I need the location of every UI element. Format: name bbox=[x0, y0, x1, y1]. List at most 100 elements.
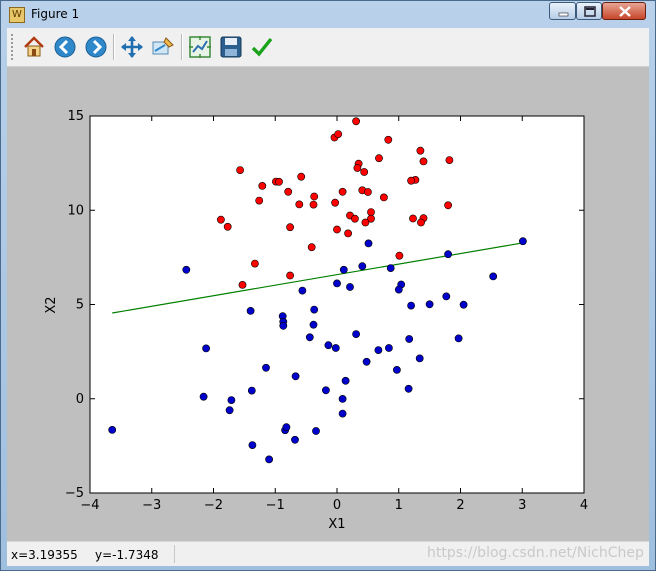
red-class-point bbox=[333, 225, 341, 234]
y-tick-label: 0 bbox=[76, 392, 84, 407]
red-class-point bbox=[375, 154, 383, 163]
blue-class-point bbox=[415, 354, 424, 363]
home-button[interactable] bbox=[21, 34, 47, 60]
minimize-button[interactable] bbox=[549, 2, 576, 20]
toolbar-grip[interactable] bbox=[11, 34, 16, 60]
blue-class-point bbox=[202, 344, 210, 353]
move-icon bbox=[121, 36, 143, 58]
blue-class-point bbox=[338, 394, 347, 403]
red-class-point bbox=[445, 156, 454, 164]
red-class-point bbox=[416, 146, 425, 155]
x-tick-label: −1 bbox=[266, 498, 285, 513]
red-class-point bbox=[216, 215, 225, 224]
red-class-point bbox=[395, 251, 404, 260]
blue-class-point bbox=[108, 425, 117, 434]
red-class-point bbox=[286, 223, 294, 232]
x-tick-label: 1 bbox=[395, 498, 403, 513]
x-tick-label: 3 bbox=[518, 498, 526, 513]
x-axis-label: X1 bbox=[328, 517, 345, 532]
blue-class-point bbox=[346, 283, 354, 291]
forward-button[interactable] bbox=[83, 34, 109, 60]
matplotlib-app-icon: W bbox=[9, 7, 25, 23]
red-class-point bbox=[367, 208, 375, 216]
y-coordinate-readout: y=-1.7348 bbox=[95, 548, 159, 562]
blue-class-point bbox=[454, 334, 463, 343]
title-bar[interactable]: W Figure 1 bbox=[1, 1, 655, 28]
blue-class-point bbox=[519, 237, 527, 246]
checkmark-icon bbox=[251, 37, 273, 57]
x-tick-label: 4 bbox=[580, 498, 588, 513]
scatter-plot[interactable]: −4 −3 −2 −1 0 1 2 3 4−5051015 X1 X2 bbox=[7, 67, 649, 541]
maximize-button[interactable] bbox=[576, 2, 602, 20]
blue-class-point bbox=[384, 344, 393, 352]
red-class-point bbox=[350, 214, 359, 223]
edit-button[interactable] bbox=[249, 34, 275, 60]
red-class-point bbox=[334, 130, 343, 138]
blue-class-point bbox=[321, 386, 330, 395]
blue-class-point bbox=[305, 333, 314, 342]
red-class-point bbox=[379, 193, 388, 202]
maximize-icon bbox=[584, 6, 596, 17]
blue-class-point bbox=[199, 392, 208, 401]
y-tick-label: 10 bbox=[67, 203, 84, 218]
save-icon bbox=[220, 36, 242, 58]
red-class-point bbox=[310, 192, 319, 201]
blue-class-point bbox=[262, 363, 270, 372]
home-icon bbox=[24, 36, 44, 57]
red-class-point bbox=[352, 117, 360, 126]
status-bar: x=3.19355 y=-1.7348 https://blog.csdn.ne… bbox=[7, 541, 649, 566]
red-class-point bbox=[255, 196, 264, 205]
x-tick-label: −2 bbox=[204, 498, 223, 513]
back-arrow-icon bbox=[54, 36, 76, 58]
x-tick-label: 2 bbox=[456, 498, 464, 513]
red-class-point bbox=[307, 243, 316, 252]
blue-class-point bbox=[442, 292, 451, 301]
status-divider bbox=[174, 545, 175, 563]
red-class-point bbox=[407, 176, 415, 185]
red-class-point bbox=[236, 166, 244, 174]
x-tick-label: 0 bbox=[333, 498, 341, 513]
blue-class-point bbox=[364, 239, 373, 248]
plot-canvas[interactable]: −4 −3 −2 −1 0 1 2 3 4 −5 0 5 10 15 X1 X2 bbox=[7, 67, 649, 541]
watermark-text: https://blog.csdn.net/NichChep bbox=[427, 545, 644, 561]
toolbar-separator bbox=[181, 34, 183, 60]
blue-class-point bbox=[405, 335, 414, 343]
red-class-point bbox=[409, 214, 417, 223]
blue-class-point bbox=[352, 330, 360, 338]
blue-class-point bbox=[227, 396, 236, 404]
toolbar-separator bbox=[113, 34, 115, 60]
y-tick-label: 15 bbox=[67, 109, 84, 124]
blue-class-point bbox=[339, 265, 348, 274]
red-class-point bbox=[238, 280, 247, 289]
blue-class-point bbox=[407, 301, 415, 310]
blue-class-point bbox=[298, 286, 307, 295]
y-axis-label: X2 bbox=[44, 296, 59, 313]
blue-class-point bbox=[279, 321, 288, 330]
blue-class-point bbox=[291, 435, 299, 444]
blue-class-point bbox=[386, 264, 395, 272]
blue-class-point bbox=[247, 386, 256, 395]
red-class-point bbox=[360, 168, 369, 176]
red-class-point bbox=[284, 187, 293, 196]
y-tick-label: 5 bbox=[76, 298, 84, 313]
window-title: Figure 1 bbox=[31, 7, 80, 21]
red-class-point bbox=[363, 188, 372, 196]
blue-class-point bbox=[404, 384, 413, 393]
blue-class-point bbox=[489, 272, 498, 281]
pan-button[interactable] bbox=[119, 34, 145, 60]
blue-class-point bbox=[394, 285, 403, 294]
blue-class-point bbox=[282, 423, 291, 432]
red-class-point bbox=[331, 198, 339, 207]
blue-class-point bbox=[225, 406, 234, 415]
blue-class-point bbox=[425, 300, 434, 309]
x-coordinate-readout: x=3.19355 bbox=[11, 548, 78, 562]
close-button[interactable] bbox=[602, 2, 646, 20]
blue-class-point bbox=[291, 372, 300, 381]
subplots-button[interactable] bbox=[187, 34, 213, 60]
navigation-toolbar bbox=[7, 28, 649, 67]
back-button[interactable] bbox=[52, 34, 78, 60]
zoom-button[interactable] bbox=[150, 34, 176, 60]
save-button[interactable] bbox=[218, 34, 244, 60]
zoom-rect-icon bbox=[152, 37, 174, 55]
red-class-point bbox=[297, 172, 306, 181]
